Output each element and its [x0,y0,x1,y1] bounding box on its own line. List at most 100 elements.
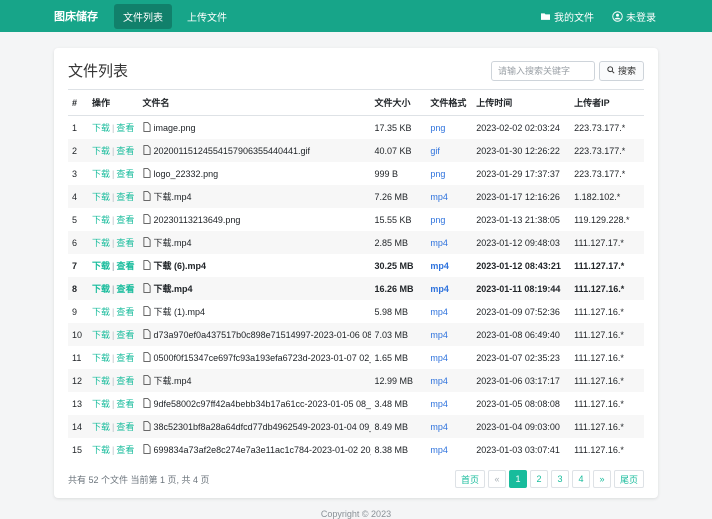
view-link[interactable]: 查看 [117,261,135,271]
file-format-link[interactable]: png [430,215,445,225]
file-format-link[interactable]: mp4 [430,192,448,202]
page-button-«[interactable]: « [488,470,506,488]
download-link[interactable]: 下载 [92,215,110,225]
file-icon [143,145,151,157]
user-icon [612,11,623,22]
nav-item-my-files[interactable]: 我的文件 [538,5,596,28]
file-size: 5.98 MB [371,300,427,323]
download-link[interactable]: 下载 [92,353,110,363]
view-link[interactable]: 查看 [117,284,135,294]
file-format-link[interactable]: mp4 [430,330,448,340]
table-row: 15 下载|查看 699834a73af2e8c274e7a3e11ac1c78… [68,438,644,461]
file-format-link[interactable]: png [430,169,445,179]
page-button-3[interactable]: 3 [551,470,569,488]
pagination: 首页«1234»尾页 [455,470,644,488]
download-link[interactable]: 下载 [92,261,110,271]
upload-time: 2023-01-06 03:17:17 [472,369,570,392]
view-link[interactable]: 查看 [116,146,134,156]
brand-link[interactable]: 图床储存 [54,8,98,24]
file-name: 699834a73af2e8c274e7a3e11ac1c784-2023-01… [154,445,371,455]
file-table: # 操作 文件名 文件大小 文件格式 上传时间 上传者IP 1 下载|查看 im… [68,89,644,461]
uploader-ip: 119.129.228.* [570,208,644,231]
file-format-link[interactable]: mp4 [430,238,448,248]
page-button-首页[interactable]: 首页 [455,470,485,488]
file-icon [143,214,151,226]
search-button[interactable]: 搜索 [599,61,644,81]
file-table-body: 1 下载|查看 image.png 17.35 KB png 2023-02-0… [68,116,644,462]
col-operations: 操作 [88,90,139,116]
download-link[interactable]: 下载 [92,146,110,156]
file-name: 20200115124554157906355440441.gif [154,146,311,156]
page-button-4[interactable]: 4 [572,470,590,488]
view-link[interactable]: 查看 [116,169,134,179]
download-link[interactable]: 下载 [92,445,110,455]
row-index: 1 [68,116,88,140]
download-link[interactable]: 下载 [92,123,110,133]
view-link[interactable]: 查看 [116,307,134,317]
file-format-link[interactable]: png [430,123,445,133]
file-format-link[interactable]: mp4 [430,445,448,455]
table-row: 10 下载|查看 d73a970ef0a437517b0c898e7151499… [68,323,644,346]
op-separator: | [112,146,114,156]
file-format-link[interactable]: mp4 [430,353,448,363]
nav-item-upload[interactable]: 上传文件 [178,4,236,29]
file-name: 下载.mp4 [154,376,192,386]
file-format-link[interactable]: mp4 [430,376,448,386]
upload-time: 2023-01-09 07:52:36 [472,300,570,323]
file-format-link[interactable]: mp4 [430,399,448,409]
op-separator: | [112,422,114,432]
download-link[interactable]: 下载 [92,399,110,409]
col-filename: 文件名 [139,90,371,116]
download-link[interactable]: 下载 [92,330,110,340]
file-size: 8.38 MB [371,438,427,461]
row-index: 3 [68,162,88,185]
view-link[interactable]: 查看 [116,192,134,202]
file-icon [143,375,151,387]
uploader-ip: 111.127.16.* [570,415,644,438]
download-link[interactable]: 下载 [92,307,110,317]
op-separator: | [112,192,114,202]
file-icon [143,191,151,203]
view-link[interactable]: 查看 [116,399,134,409]
view-link[interactable]: 查看 [116,330,134,340]
table-row: 2 下载|查看 20200115124554157906355440441.gi… [68,139,644,162]
file-list-card: 文件列表 搜索 # 操作 文件名 文件大小 文件格式 上 [54,48,658,498]
view-link[interactable]: 查看 [116,123,134,133]
row-index: 2 [68,139,88,162]
download-link[interactable]: 下载 [92,169,110,179]
nav-item-file-list[interactable]: 文件列表 [114,4,172,29]
table-row: 11 下载|查看 0500f0f15347ce697fc93a193efa672… [68,346,644,369]
page-button-1[interactable]: 1 [509,470,527,488]
file-name: 0500f0f15347ce697fc93a193efa6723d-2023-0… [154,353,371,363]
uploader-ip: 223.73.177.* [570,162,644,185]
download-link[interactable]: 下载 [92,284,110,294]
file-format-link[interactable]: gif [430,146,440,156]
op-separator: | [112,399,114,409]
file-icon [143,329,151,341]
file-format-link[interactable]: mp4 [430,284,449,294]
download-link[interactable]: 下载 [92,422,110,432]
page-button-尾页[interactable]: 尾页 [614,470,644,488]
op-separator: | [112,353,114,363]
page-button-»[interactable]: » [593,470,611,488]
view-link[interactable]: 查看 [116,215,134,225]
download-link[interactable]: 下载 [92,376,110,386]
nav-item-login-status[interactable]: 未登录 [610,5,658,28]
download-link[interactable]: 下载 [92,192,110,202]
download-link[interactable]: 下载 [92,238,110,248]
view-link[interactable]: 查看 [116,445,134,455]
upload-time: 2023-01-05 08:08:08 [472,392,570,415]
row-index: 13 [68,392,88,415]
file-format-link[interactable]: mp4 [430,422,448,432]
page-title: 文件列表 [68,60,128,81]
view-link[interactable]: 查看 [116,353,134,363]
file-size: 999 B [371,162,427,185]
view-link[interactable]: 查看 [116,422,134,432]
page-button-2[interactable]: 2 [530,470,548,488]
file-format-link[interactable]: mp4 [430,307,448,317]
file-format-link[interactable]: mp4 [430,261,449,271]
file-icon [143,444,151,456]
view-link[interactable]: 查看 [116,376,134,386]
view-link[interactable]: 查看 [116,238,134,248]
search-input[interactable] [491,61,595,81]
